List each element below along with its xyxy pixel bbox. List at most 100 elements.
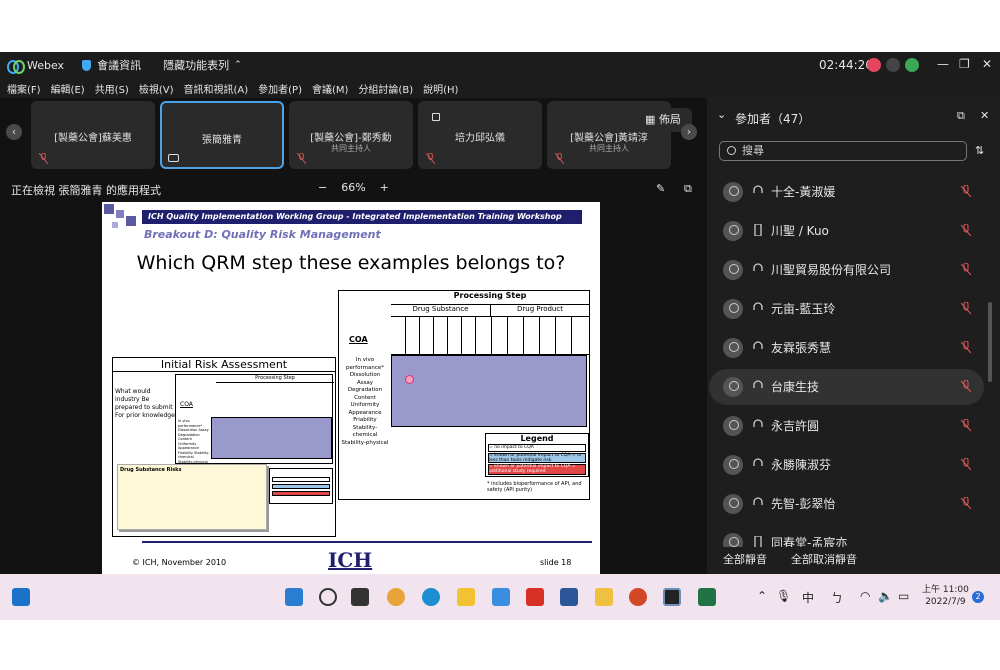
headset-icon: [753, 380, 763, 388]
strip-prev-button[interactable]: ‹: [6, 124, 22, 140]
menu-audio-video[interactable]: 音訊和視訊(A): [184, 81, 249, 96]
sticky-notes-icon[interactable]: [457, 588, 475, 606]
mic-muted-icon[interactable]: [961, 380, 971, 393]
signal-icon[interactable]: [905, 58, 919, 72]
small-coa: COA: [180, 401, 193, 408]
headset-icon: [753, 458, 763, 466]
participant-row[interactable]: 元亩-藍玉玲: [709, 291, 984, 327]
lock-icon: [432, 113, 440, 121]
task-view-icon[interactable]: [351, 588, 369, 606]
tray-chevron-icon[interactable]: ⌃: [757, 589, 767, 603]
menu-view[interactable]: 檢視(V): [139, 81, 174, 96]
widgets-icon[interactable]: [12, 588, 30, 606]
system-clock[interactable]: 上午 11:00 2022/7/9: [922, 584, 969, 608]
participant-row[interactable]: 先智-彭翠怡: [709, 486, 984, 522]
legend-note: * includes bioperformance of API, and sa…: [487, 481, 582, 493]
close-icon[interactable]: ✕: [982, 57, 992, 71]
volume-icon[interactable]: 🔈: [878, 589, 893, 603]
powerpoint-icon[interactable]: [629, 588, 647, 606]
minimize-icon[interactable]: —: [937, 57, 949, 71]
participant-row[interactable]: 川聖貿易股份有限公司: [709, 252, 984, 288]
participant-row[interactable]: 永勝陳淑芬: [709, 447, 984, 483]
meeting-timer: 02:44:26: [819, 58, 873, 72]
participant-row[interactable]: 友霖張秀慧: [709, 330, 984, 366]
acrobat-icon[interactable]: [526, 588, 544, 606]
mic-muted-icon[interactable]: [961, 224, 971, 237]
avatar: [723, 494, 743, 514]
menu-edit[interactable]: 編輯(E): [51, 81, 85, 96]
participants-scrollbar[interactable]: [988, 302, 992, 382]
mute-all-button[interactable]: 全部靜音: [723, 551, 767, 567]
chrome-icon[interactable]: [387, 588, 405, 606]
search-icon[interactable]: [319, 588, 337, 606]
ime-zhuyin[interactable]: ㄅ: [831, 589, 843, 606]
menu-share[interactable]: 共用(S): [95, 81, 129, 96]
chevron-up-icon[interactable]: ⌃: [234, 60, 242, 70]
popout-panel-icon[interactable]: ⧉: [957, 109, 965, 123]
menu-file[interactable]: 檔案(F): [7, 81, 41, 96]
annotate-icon[interactable]: ✎: [656, 182, 665, 195]
zoom-in-button[interactable]: +: [380, 181, 389, 194]
zoom-level[interactable]: 66%: [341, 181, 365, 194]
mic-muted-icon[interactable]: [961, 458, 971, 471]
menu-participants[interactable]: 參加者(P): [258, 81, 302, 96]
drug-product-header: Drug Product: [491, 305, 589, 317]
webex-taskbar-icon[interactable]: [663, 588, 681, 606]
search-input[interactable]: 搜尋: [719, 141, 967, 161]
ime-mode[interactable]: 中: [802, 589, 814, 606]
laser-pointer-icon: [405, 375, 414, 384]
screen-share-icon: [168, 154, 179, 162]
initial-risk-text: What would industry Be prepared to submi…: [115, 388, 175, 419]
menu-breakout[interactable]: 分組討論(B): [358, 81, 413, 96]
file-explorer-icon[interactable]: [595, 588, 613, 606]
participant-row[interactable]: 川聖 / Kuo: [709, 213, 984, 249]
zoom-out-button[interactable]: −: [318, 181, 327, 194]
collapse-icon[interactable]: ⌄: [717, 108, 726, 121]
start-icon[interactable]: [285, 588, 303, 606]
mic-muted-icon[interactable]: [961, 419, 971, 432]
excel-icon[interactable]: [698, 588, 716, 606]
mic-muted-icon[interactable]: [961, 341, 971, 354]
edge-icon[interactable]: [422, 588, 440, 606]
notification-badge[interactable]: 2: [972, 591, 984, 603]
close-panel-icon[interactable]: ✕: [980, 109, 989, 122]
video-tile[interactable]: 培力邱弘儀: [418, 101, 542, 169]
battery-icon[interactable]: ▭: [898, 589, 909, 603]
notepad-icon[interactable]: [492, 588, 510, 606]
small-matrix: [211, 417, 332, 459]
word-icon[interactable]: [560, 588, 578, 606]
sort-icon[interactable]: ⇅: [975, 144, 984, 157]
mic-muted-icon[interactable]: [961, 263, 971, 276]
slide-subheader: Breakout D: Quality Risk Management: [144, 228, 381, 241]
participant-row[interactable]: 永吉許圓: [709, 408, 984, 444]
menu-help[interactable]: 說明(H): [423, 81, 458, 96]
sharing-icon[interactable]: [886, 58, 900, 72]
popout-icon[interactable]: ⧉: [684, 182, 692, 196]
initial-risk-title: Initial Risk Assessment: [113, 358, 335, 372]
mic-muted-icon[interactable]: [961, 185, 971, 198]
video-tile[interactable]: [製藥公會]-鄭秀勳 共同主持人: [289, 101, 413, 169]
taskbar: ⌃ 🎙 中 ㄅ ◠ 🔈 ▭ 上午 11:00 2022/7/9 2: [0, 574, 1000, 620]
participant-row[interactable]: 同春堂-孟宸亦: [709, 525, 984, 547]
participant-name: 同春堂-孟宸亦: [771, 536, 848, 547]
video-tile[interactable]: [製藥公會]蘇美惠: [31, 101, 155, 169]
restore-icon[interactable]: ❐: [959, 57, 970, 71]
participant-row[interactable]: 十全-黃淑媛: [709, 174, 984, 210]
meeting-info-button[interactable]: 會議資訊: [97, 57, 141, 73]
hide-menu-button[interactable]: 隱藏功能表列: [163, 57, 229, 73]
phone-icon: [754, 224, 762, 236]
video-tile-active[interactable]: 張簡雅青: [160, 101, 284, 169]
participant-row-hovered[interactable]: 台康生技: [709, 369, 984, 405]
mic-muted-icon[interactable]: [961, 302, 971, 315]
record-icon[interactable]: [867, 58, 881, 72]
menu-meeting[interactable]: 會議(M): [312, 81, 348, 96]
slide-title: Which QRM step these examples belongs to…: [136, 252, 566, 274]
avatar: [723, 221, 743, 241]
mic-tray-icon[interactable]: 🎙: [776, 589, 791, 603]
wifi-icon[interactable]: ◠: [860, 589, 870, 603]
mic-muted-icon[interactable]: [961, 497, 971, 510]
strip-next-button[interactable]: ›: [681, 124, 697, 140]
unmute-all-button[interactable]: 全部取消靜音: [791, 551, 857, 567]
clock-date: 2022/7/9: [925, 597, 966, 607]
slide-header: ICH Quality Implementation Working Group…: [142, 210, 582, 224]
